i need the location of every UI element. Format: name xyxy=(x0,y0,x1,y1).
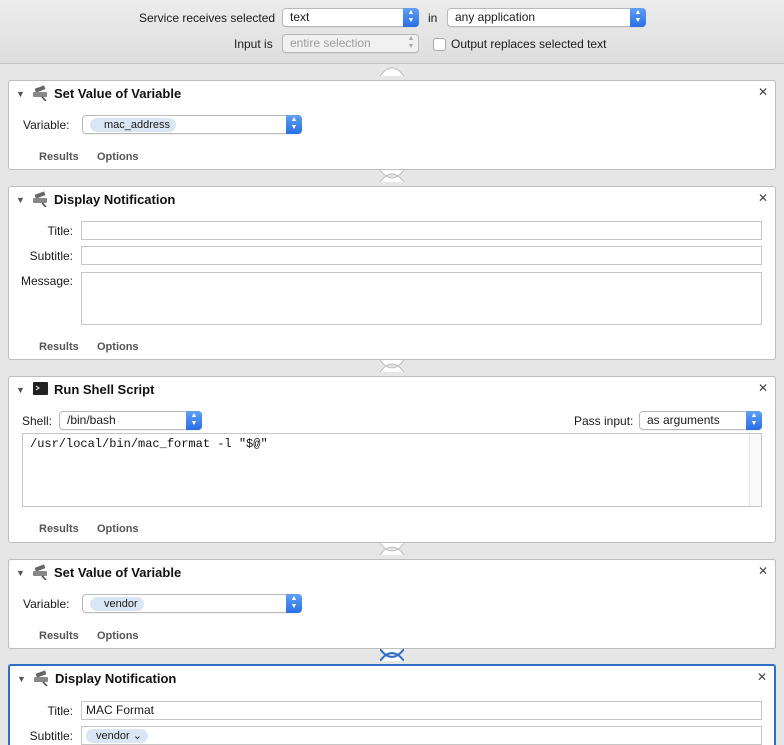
output-replaces-label: Output replaces selected text xyxy=(451,37,607,51)
popup-arrows-icon: ▲ ▼ xyxy=(746,411,762,430)
results-tab[interactable]: Results xyxy=(39,151,79,163)
popup-arrows-icon: ▲ ▼ xyxy=(186,411,202,430)
action-set-value-of-variable[interactable]: ▼ Set Value of Variable ✕ Variable: mac_… xyxy=(8,80,776,170)
action-display-notification-selected[interactable]: ▼ Display Notification ✕ Title: MAC Form… xyxy=(8,664,776,745)
disclosure-triangle-icon[interactable]: ▼ xyxy=(16,195,25,205)
variable-popup[interactable]: vendor ▲ ▼ xyxy=(82,594,302,613)
options-tab[interactable]: Options xyxy=(97,630,139,642)
close-icon[interactable]: ✕ xyxy=(758,191,768,205)
pass-input-value: as arguments xyxy=(647,413,720,427)
input-is-value: entire selection xyxy=(290,36,371,50)
action-title: Set Value of Variable xyxy=(54,565,182,580)
variable-label: Variable: xyxy=(23,118,70,132)
input-is-popup[interactable]: entire selection ▲ ▼ xyxy=(282,34,419,53)
service-input-type-popup[interactable]: text ▲ ▼ xyxy=(282,8,419,27)
action-connector-icon xyxy=(380,170,404,182)
action-connector-icon xyxy=(380,649,404,661)
options-tab[interactable]: Options xyxy=(97,341,139,353)
action-run-shell-script[interactable]: ▼ Run Shell Script ✕ Shell: /bin/bash ▲ ▼… xyxy=(8,376,776,543)
action-connector-icon xyxy=(380,543,404,555)
options-tab[interactable]: Options xyxy=(97,151,139,163)
action-display-notification[interactable]: ▼ Display Notification ✕ Title: Subtitle… xyxy=(8,186,776,360)
close-icon[interactable]: ✕ xyxy=(757,670,767,684)
disclosure-triangle-icon[interactable]: ▼ xyxy=(16,89,25,99)
input-is-label: Input is xyxy=(234,37,273,51)
close-icon[interactable]: ✕ xyxy=(758,85,768,99)
action-title: Display Notification xyxy=(55,671,177,686)
action-connector-icon xyxy=(380,360,404,372)
script-text: /usr/local/bin/mac_format -l "$@" xyxy=(30,437,268,451)
subtitle-field[interactable] xyxy=(81,246,762,265)
subtitle-label: Subtitle: xyxy=(29,249,73,263)
variable-token: mac_address xyxy=(90,118,177,132)
variable-action-icon xyxy=(33,85,47,101)
in-label: in xyxy=(428,11,438,25)
action-title: Run Shell Script xyxy=(54,382,155,397)
script-editor[interactable]: /usr/local/bin/mac_format -l "$@" xyxy=(22,433,762,507)
service-input-type-value: text xyxy=(290,10,310,24)
application-popup[interactable]: any application ▲ ▼ xyxy=(447,8,646,27)
application-value: any application xyxy=(455,10,536,24)
chevron-down-icon: ⌄ xyxy=(132,730,142,742)
options-tab[interactable]: Options xyxy=(97,523,139,535)
message-label: Message: xyxy=(20,274,73,288)
title-label: Title: xyxy=(47,704,73,718)
variable-action-icon xyxy=(34,670,48,686)
pass-input-label: Pass input: xyxy=(574,414,634,428)
subtitle-field[interactable]: vendor ⌄ xyxy=(81,726,762,745)
results-tab[interactable]: Results xyxy=(39,341,79,353)
popup-arrows-icon: ▲ ▼ xyxy=(286,594,302,613)
shell-value: /bin/bash xyxy=(67,413,116,427)
disclosure-triangle-icon[interactable]: ▼ xyxy=(16,568,25,578)
close-icon[interactable]: ✕ xyxy=(758,564,768,578)
title-field[interactable] xyxy=(81,221,762,240)
action-title: Display Notification xyxy=(54,192,176,207)
variable-token: vendor xyxy=(90,597,144,611)
close-icon[interactable]: ✕ xyxy=(758,381,768,395)
action-title: Set Value of Variable xyxy=(54,86,182,101)
pass-input-popup[interactable]: as arguments ▲ ▼ xyxy=(639,411,762,430)
disclosure-triangle-icon[interactable]: ▼ xyxy=(16,385,25,395)
popup-arrows-icon: ▲ ▼ xyxy=(286,115,302,134)
popup-arrows-icon: ▲ ▼ xyxy=(403,8,419,27)
output-replaces-checkbox[interactable] xyxy=(433,38,446,51)
variable-action-icon xyxy=(33,191,47,207)
message-field[interactable] xyxy=(81,272,762,325)
workflow-header: Service receives selected text ▲ ▼ in any… xyxy=(0,0,784,64)
terminal-icon xyxy=(33,382,48,395)
action-connector-icon xyxy=(380,67,404,76)
service-receives-label: Service receives selected xyxy=(139,11,276,25)
token-label: vendor xyxy=(96,730,130,742)
shell-label: Shell: xyxy=(22,414,53,428)
title-field[interactable]: MAC Format xyxy=(81,701,762,720)
results-tab[interactable]: Results xyxy=(39,523,79,535)
subtitle-label: Subtitle: xyxy=(29,729,73,743)
results-tab[interactable]: Results xyxy=(39,630,79,642)
action-set-value-of-variable[interactable]: ▼ Set Value of Variable ✕ Variable: vend… xyxy=(8,559,776,649)
variable-token[interactable]: vendor ⌄ xyxy=(86,729,148,743)
popup-arrows-icon: ▲ ▼ xyxy=(630,8,646,27)
title-label: Title: xyxy=(47,224,73,238)
script-scrollbar[interactable] xyxy=(749,434,761,506)
variable-popup[interactable]: mac_address ▲ ▼ xyxy=(82,115,302,134)
variable-label: Variable: xyxy=(23,597,70,611)
disclosure-triangle-icon[interactable]: ▼ xyxy=(17,674,26,684)
shell-popup[interactable]: /bin/bash ▲ ▼ xyxy=(59,411,202,430)
popup-arrows-icon: ▲ ▼ xyxy=(407,35,415,50)
variable-action-icon xyxy=(33,564,47,580)
